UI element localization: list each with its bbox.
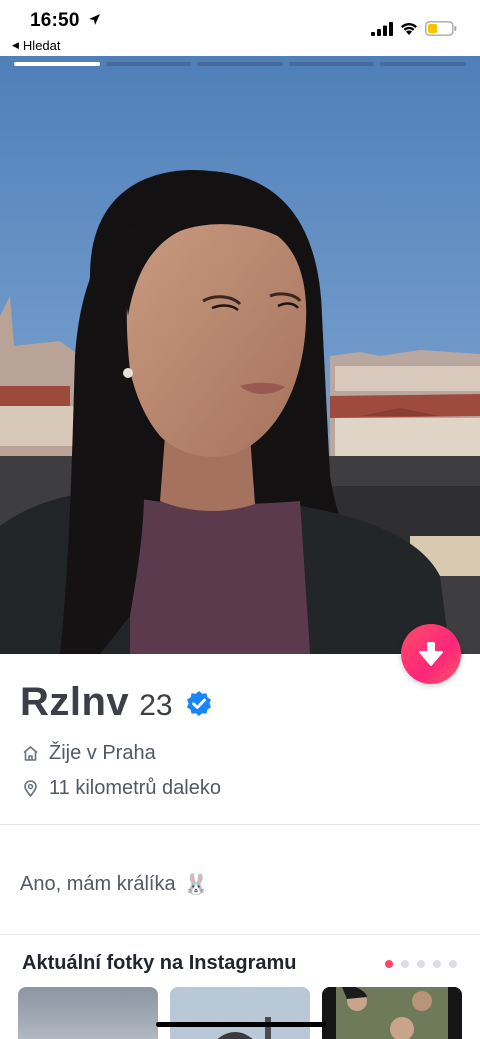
instagram-section-title: Aktuální fotky na Instagramu <box>22 952 297 974</box>
profile-age: 23 <box>139 689 173 722</box>
wifi-icon <box>401 23 417 35</box>
battery-level <box>428 24 437 33</box>
bio: Ano, mám králíka 🐰 <box>20 872 209 897</box>
lives-in-text: Žije v Praha <box>49 742 156 764</box>
photo-progress-segment[interactable] <box>14 62 100 66</box>
section-divider <box>0 934 480 935</box>
instagram-photo[interactable] <box>18 987 158 1039</box>
photo-progress-bar <box>14 62 466 66</box>
home-indicator[interactable] <box>156 1022 326 1027</box>
bio-text: Ano, mám králíka <box>20 873 176 895</box>
page-dot[interactable] <box>385 960 393 968</box>
photo-progress-segment[interactable] <box>380 62 466 66</box>
battery-icon <box>425 21 457 36</box>
collapse-profile-button[interactable] <box>401 624 461 684</box>
back-label: Hledat <box>22 38 61 53</box>
location-pin-icon <box>24 780 37 797</box>
status-bar: 16:50 ◀ Hledat <box>0 0 480 56</box>
instagram-photo-image <box>322 987 462 1039</box>
location-arrow-icon <box>89 14 100 25</box>
profile-name: Rzlnv <box>20 680 130 724</box>
profile-photo-image <box>0 56 480 654</box>
instagram-photo-image <box>170 987 310 1039</box>
lives-in-row: Žije v Praha <box>22 742 156 765</box>
instagram-page-dots <box>385 960 457 968</box>
photo-progress-segment[interactable] <box>197 62 283 66</box>
instagram-photo[interactable] <box>170 987 310 1039</box>
page-dot[interactable] <box>449 960 457 968</box>
photo-progress-segment[interactable] <box>105 62 192 66</box>
page-dot[interactable] <box>401 960 409 968</box>
arrow-down-icon <box>419 642 443 666</box>
home-icon <box>23 746 38 761</box>
page-dot[interactable] <box>433 960 441 968</box>
rabbit-emoji-icon: 🐰 <box>183 874 209 896</box>
distance-text: 11 kilometrů daleko <box>49 777 221 799</box>
profile-photo[interactable] <box>0 56 480 654</box>
section-divider <box>0 824 480 825</box>
back-triangle-icon: ◀ <box>12 40 19 50</box>
distance-row: 11 kilometrů daleko <box>22 777 221 800</box>
back-to-search-link[interactable]: ◀ Hledat <box>12 38 61 53</box>
instagram-photo[interactable] <box>322 987 462 1039</box>
clock: 16:50 <box>30 10 80 31</box>
name-row: Rzlnv 23 <box>20 680 213 725</box>
page-dot[interactable] <box>417 960 425 968</box>
photo-progress-segment[interactable] <box>288 62 375 66</box>
cellular-signal-icon <box>371 22 393 36</box>
verified-badge-icon[interactable] <box>185 690 213 718</box>
